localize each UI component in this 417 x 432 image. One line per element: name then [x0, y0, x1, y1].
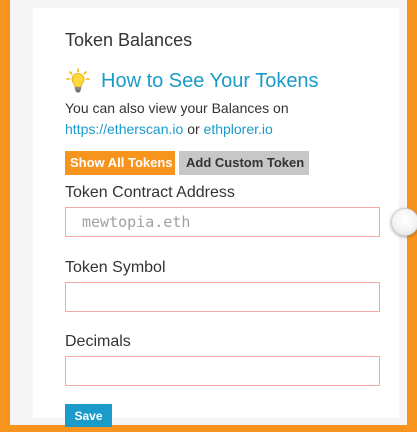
link-separator: or [187, 121, 200, 137]
token-balances-panel: Token Balances How to See Your Tokens Yo… [33, 8, 417, 427]
info-description: You can also view your Balances on https… [65, 98, 395, 140]
lightbulb-icon [66, 68, 90, 93]
etherscan-link[interactable]: https://etherscan.io [65, 121, 183, 137]
contract-address-label: Token Contract Address [65, 184, 235, 201]
info-title: How to See Your Tokens [101, 69, 319, 92]
description-text: You can also view your Balances on [65, 100, 289, 116]
token-symbol-input[interactable] [65, 282, 380, 312]
ethplorer-link[interactable]: ethplorer.io [204, 121, 273, 137]
token-symbol-label: Token Symbol [65, 259, 166, 276]
panel-heading: Token Balances [65, 30, 193, 50]
address-identicon [391, 208, 417, 236]
app-frame: Token Balances How to See Your Tokens Yo… [0, 0, 417, 432]
contract-address-input[interactable] [65, 207, 380, 237]
token-tabs: Show All Tokens Add Custom Token [65, 151, 309, 175]
decimals-input[interactable] [65, 356, 380, 386]
tab-add-custom-token[interactable]: Add Custom Token [179, 151, 309, 175]
tab-show-all-tokens[interactable]: Show All Tokens [65, 151, 175, 175]
save-button[interactable]: Save [65, 404, 112, 427]
decimals-label: Decimals [65, 333, 131, 350]
info-title-row: How to See Your Tokens [65, 68, 319, 94]
